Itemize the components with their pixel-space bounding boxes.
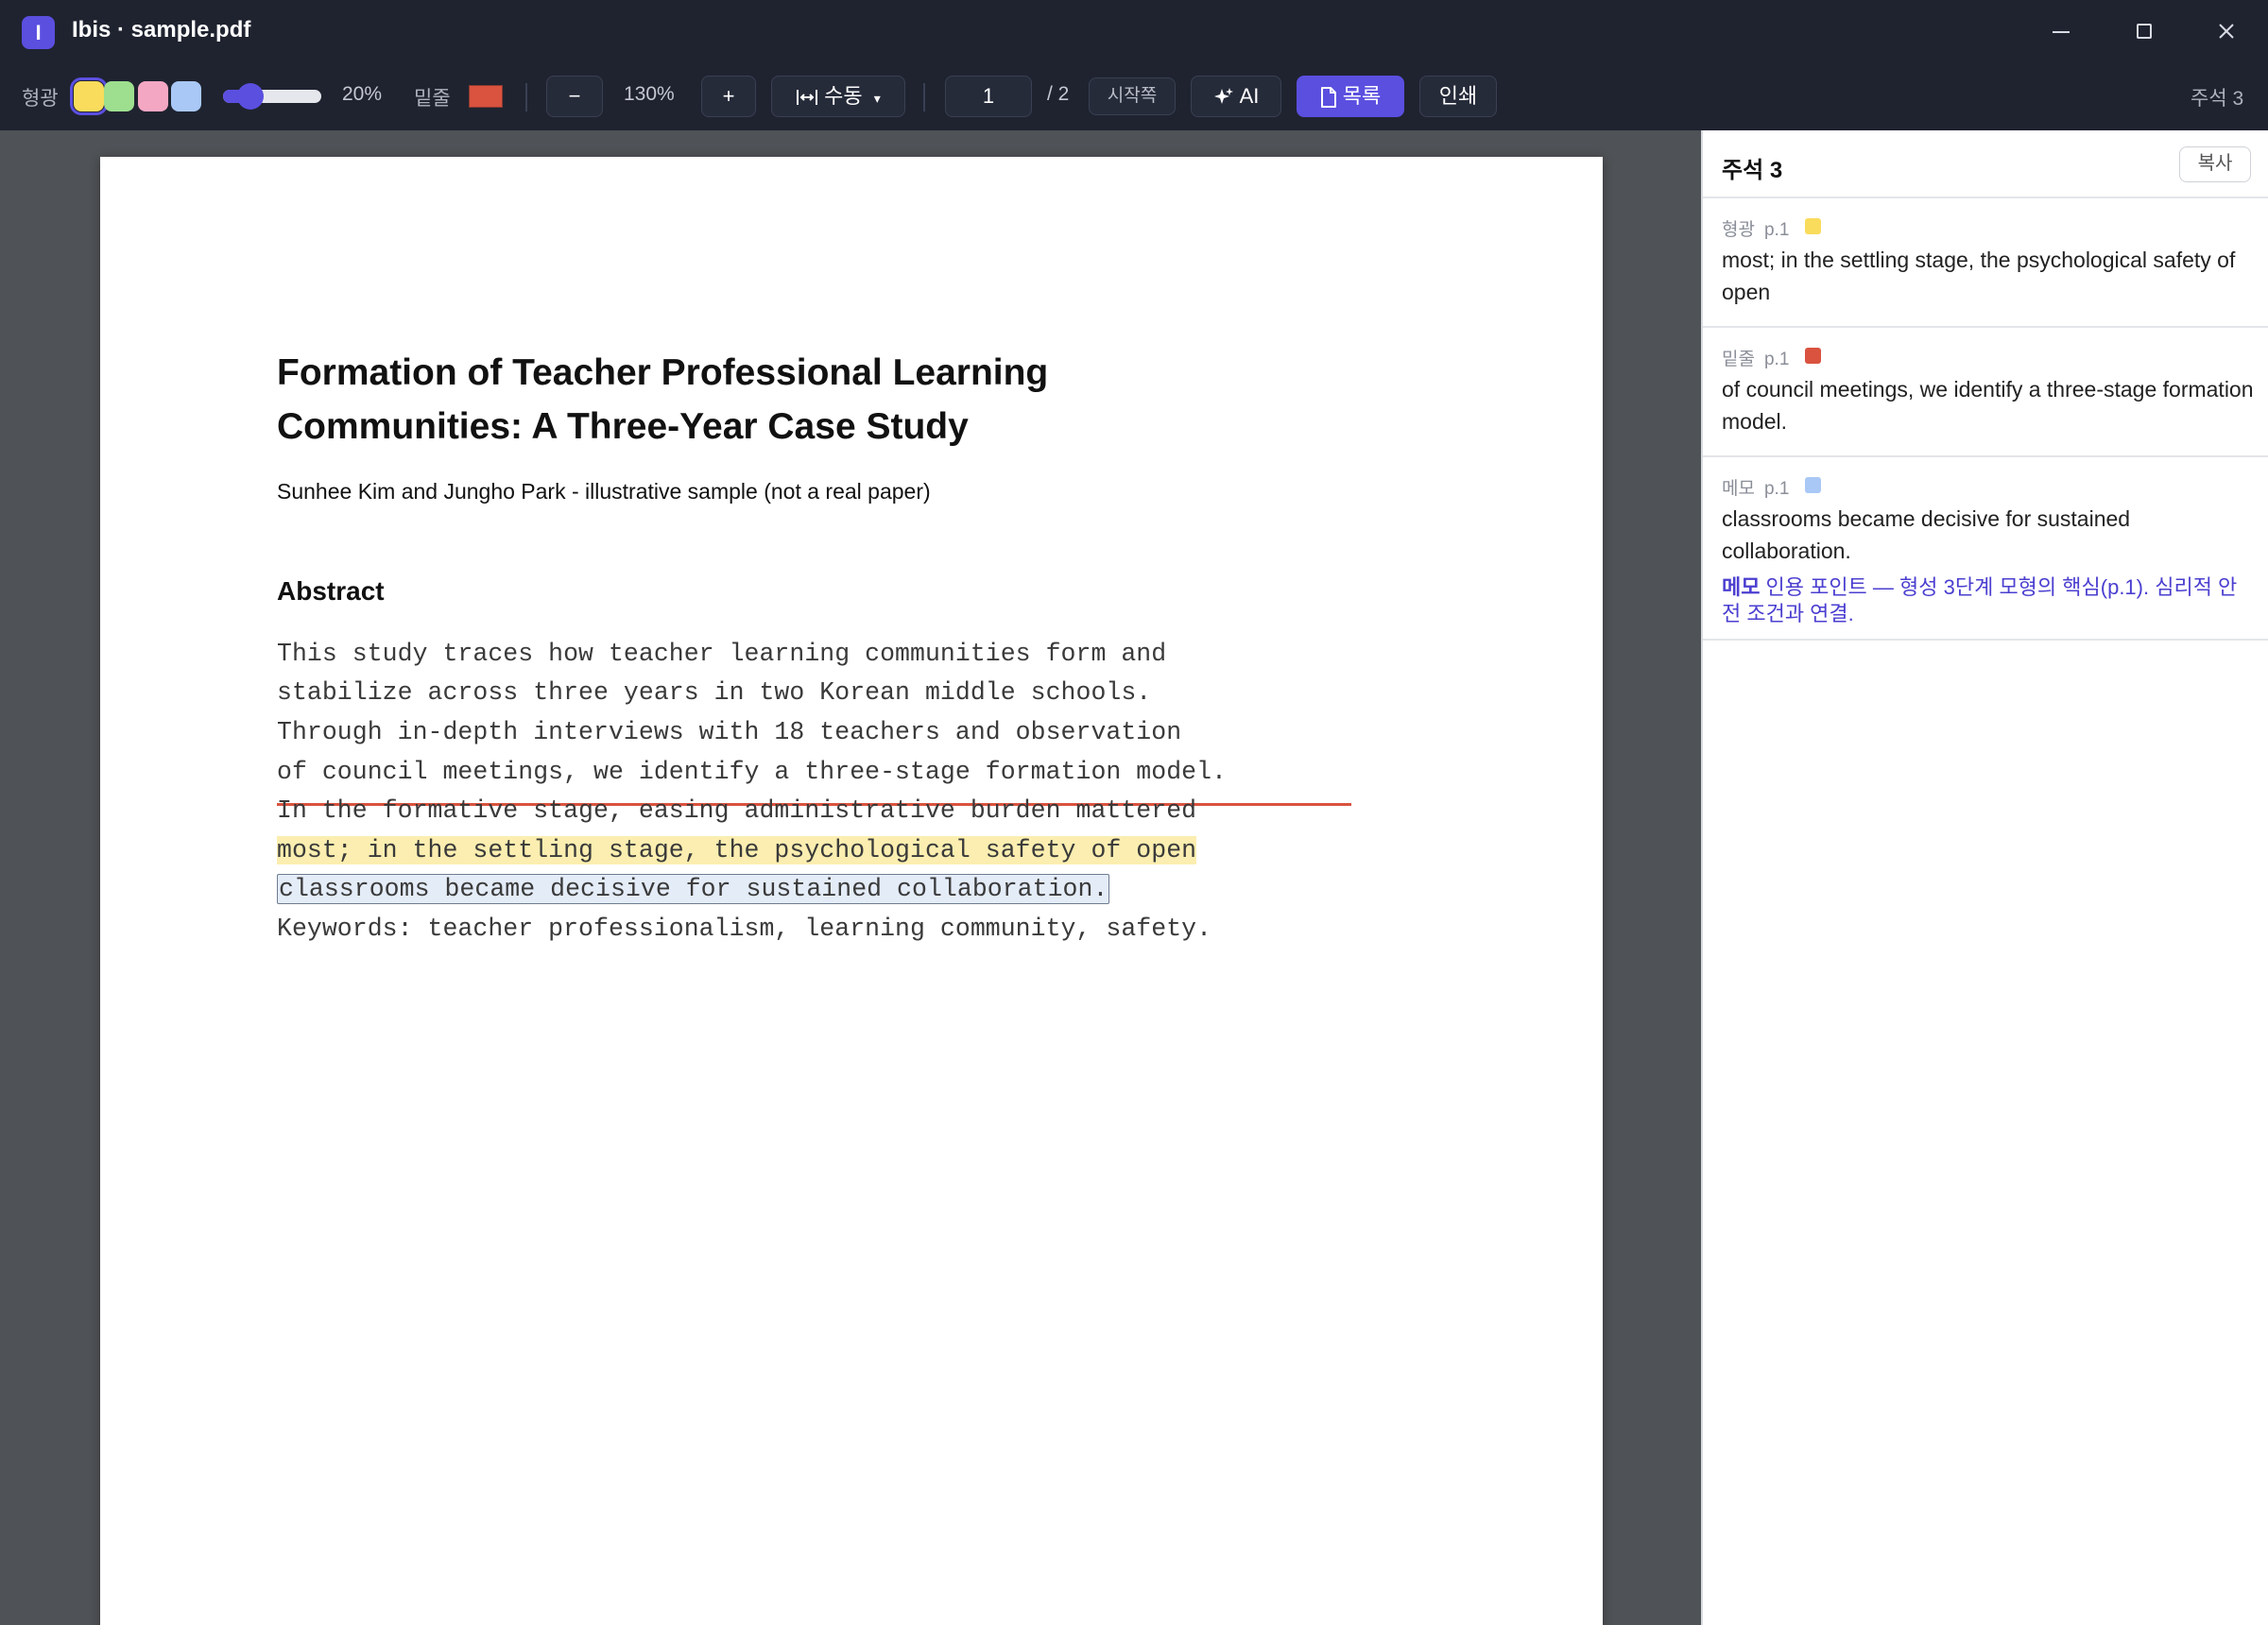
underline-label: 밑줄	[414, 88, 451, 110]
zoom-in-button[interactable]: +	[701, 76, 756, 117]
paper-title-line: Communities: A Three-Year Case Study	[277, 406, 969, 447]
maximize-button[interactable]	[2123, 13, 2165, 49]
minimize-button[interactable]	[2040, 13, 2082, 49]
sparkle-icon	[1213, 88, 1233, 105]
annotation-color-icon	[1805, 348, 1821, 364]
abstract-line[interactable]: stabilize across three years in two Kore…	[277, 677, 1151, 708]
abstract-line[interactable]: In the formative stage, easing administr…	[277, 795, 1196, 826]
opacity-value: 20%	[342, 83, 383, 105]
document-viewport[interactable]: Formation of Teacher Professional Learni…	[0, 130, 1701, 1625]
slider-handle[interactable]	[237, 83, 264, 110]
annotation-item-underline[interactable]: 밑줄 p.1 of council meetings, we identify a…	[1703, 328, 2268, 457]
paper-title-line: Formation of Teacher Professional Learni…	[277, 352, 1049, 393]
maximize-icon	[2137, 24, 2152, 39]
opacity-slider[interactable]	[223, 83, 321, 110]
close-icon	[2219, 24, 2234, 39]
abstract-keywords[interactable]: Keywords: teacher professionalism, learn…	[277, 914, 1211, 944]
annotation-text: classrooms became decisive for sustained…	[1722, 506, 2131, 563]
document-icon	[1320, 87, 1336, 109]
annotation-meta: 형광 p.1	[1722, 215, 1789, 241]
annotation-item-memo[interactable]: 메모 p.1 classrooms became decisive for sus…	[1703, 457, 2268, 641]
annotation-page: p.1	[1763, 350, 1790, 369]
panel-header: 주석 3 복사	[1703, 130, 2268, 198]
annotation-count: 주석 3	[2191, 88, 2244, 110]
ai-button[interactable]: AI	[1191, 76, 1281, 117]
start-page-button[interactable]: 시작쪽	[1089, 77, 1176, 115]
abstract-line-underlined[interactable]: of council meetings, we identify a three…	[277, 757, 1227, 787]
annotation-color-icon	[1805, 218, 1821, 234]
annotation-meta: 메모 p.1	[1722, 474, 1789, 500]
toolbar-divider	[525, 83, 527, 111]
highlight-label: 형광	[22, 88, 59, 110]
annotation-page: p.1	[1763, 220, 1790, 240]
ai-button-label: AI	[1239, 84, 1260, 108]
abstract-line[interactable]: Through in-depth interviews with 18 teac…	[277, 717, 1181, 747]
memo-label: 메모	[1722, 575, 1761, 599]
toc-button-label: 목록	[1342, 84, 1382, 108]
page-number-input[interactable]: 1	[945, 76, 1032, 117]
minimize-icon	[2053, 31, 2070, 33]
annotation-type: 밑줄	[1722, 350, 1755, 369]
copy-button[interactable]: 복사	[2179, 146, 2251, 182]
panel-title: 주석 3	[1722, 158, 1783, 183]
print-button[interactable]: 인쇄	[1419, 76, 1497, 117]
annotation-text: most; in the settling stage, the psychol…	[1722, 248, 2236, 304]
toolbar-divider	[923, 83, 925, 111]
zoom-out-button[interactable]: −	[546, 76, 603, 117]
toolbar: 형광 20% 밑줄 − 130% + 수동 ▾ 1 / 2 시작쪽 AI 목록 …	[0, 62, 2268, 130]
pdf-page[interactable]: Formation of Teacher Professional Learni…	[100, 157, 1603, 1625]
annotation-color-icon	[1805, 477, 1821, 493]
abstract-heading: Abstract	[277, 576, 385, 606]
swatch-green[interactable]	[104, 81, 134, 111]
annotation-memo: 메모 인용 포인트 — 형성 3단계 모형의 핵심(p.1). 심리적 안전 조건…	[1722, 574, 2256, 627]
swatch-yellow[interactable]	[70, 77, 108, 115]
paper-title: Formation of Teacher Professional Learni…	[277, 346, 1127, 453]
annotation-meta: 밑줄 p.1	[1722, 345, 1789, 370]
zoom-level: 130%	[624, 83, 675, 105]
memo-text: 인용 포인트 — 형성 3단계 모형의 핵심(p.1). 심리적 안전 조건과 …	[1722, 575, 2238, 625]
annotation-type: 메모	[1722, 479, 1755, 499]
fit-mode-label: 수동	[824, 84, 863, 108]
abstract-line-highlighted[interactable]: most; in the settling stage, the psychol…	[277, 835, 1197, 865]
annotation-item-highlight[interactable]: 형광 p.1 most; in the settling stage, the p…	[1703, 198, 2268, 328]
fit-mode-dropdown[interactable]: 수동 ▾	[771, 76, 905, 117]
abstract-line[interactable]: This study traces how teacher learning c…	[277, 639, 1166, 669]
chevron-down-icon: ▾	[873, 91, 881, 106]
memo-annotation[interactable]: classrooms became decisive for sustained…	[277, 874, 1110, 904]
annotation-text: of council meetings, we identify a three…	[1722, 377, 2254, 434]
toc-button[interactable]: 목록	[1297, 76, 1404, 117]
close-button[interactable]	[2206, 13, 2247, 49]
underline-color-swatch[interactable]	[469, 85, 503, 108]
highlight-annotation[interactable]: most; in the settling stage, the psychol…	[277, 836, 1197, 864]
window-title: Ibis · sample.pdf	[72, 17, 251, 43]
swatch-pink[interactable]	[138, 81, 168, 111]
abstract-line-memo[interactable]: classrooms became decisive for sustained…	[277, 874, 1110, 904]
paper-authors: Sunhee Kim and Jungho Park - illustrativ…	[277, 479, 931, 504]
swatch-blue[interactable]	[171, 81, 201, 111]
page-total: / 2	[1047, 83, 1070, 105]
app-logo-icon: I	[22, 16, 55, 49]
annotations-panel: 주석 3 복사 형광 p.1 most; in the settling stag…	[1701, 130, 2268, 1625]
annotation-page: p.1	[1763, 479, 1790, 499]
title-bar: I Ibis · sample.pdf	[0, 0, 2268, 62]
fit-width-icon	[797, 90, 818, 106]
annotation-type: 형광	[1722, 220, 1755, 240]
